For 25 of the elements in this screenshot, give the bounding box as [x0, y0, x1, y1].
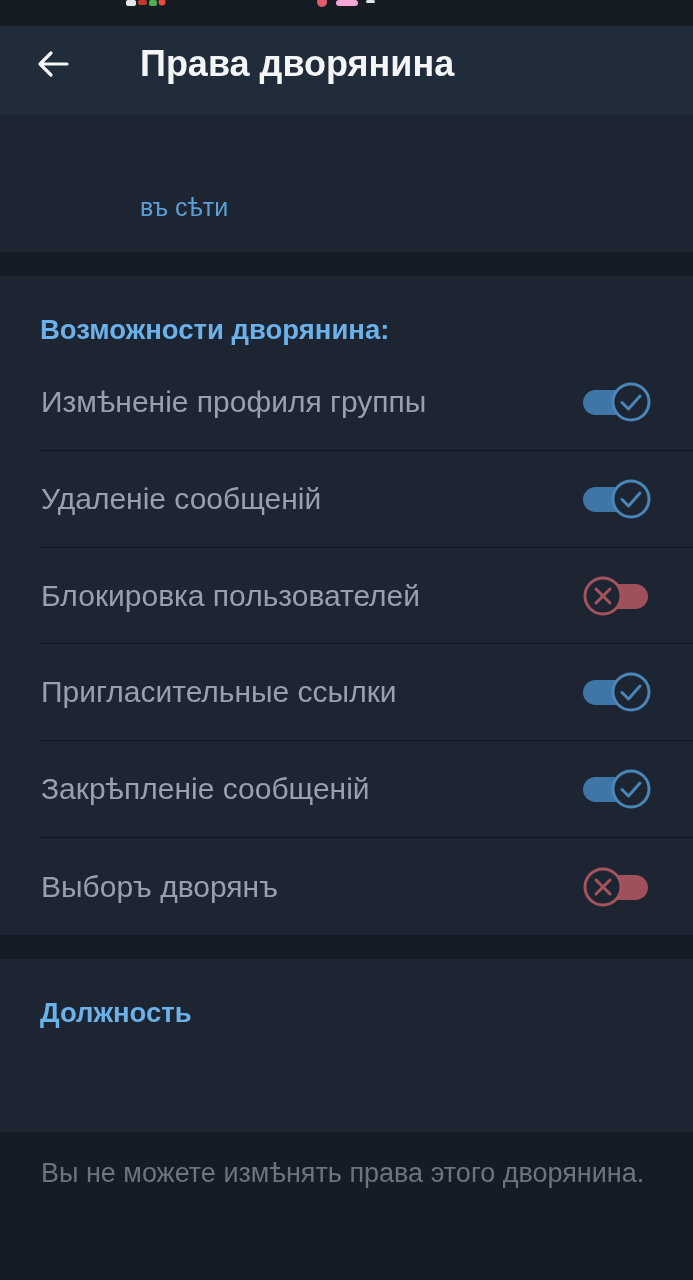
permission-label: Блокировка пользователей	[41, 577, 421, 614]
permission-label: Измѣненіе профиля группы	[41, 383, 427, 420]
back-arrow-icon	[37, 49, 69, 78]
check-icon	[611, 381, 651, 422]
info-note: Вы не можете измѣнять права этого дворянина.	[41, 1157, 646, 1189]
check-icon	[611, 672, 651, 713]
toggle-switch[interactable]	[583, 478, 651, 519]
section-heading: Возможности дворянина:	[40, 314, 390, 346]
toggle-switch[interactable]	[583, 769, 651, 810]
cross-icon	[583, 866, 623, 907]
permission-label: Пригласительные ссылки	[41, 674, 397, 711]
toggle-switch[interactable]	[583, 381, 651, 422]
section-heading: Должность	[40, 997, 192, 1029]
back-button[interactable]	[36, 48, 70, 79]
cross-icon	[583, 575, 623, 616]
permission-label: Выборъ дворянъ	[41, 868, 278, 905]
permission-label: Удаленіе сообщеній	[41, 480, 322, 517]
check-icon	[611, 769, 651, 810]
emoji-fragment-icon	[316, 0, 376, 8]
emoji-fragment-icon	[126, 0, 166, 8]
permission-label: Закрѣпленіе сообщеній	[41, 771, 370, 808]
online-status: въ сѣти	[140, 192, 229, 222]
toggle-switch[interactable]	[583, 672, 651, 713]
screen-title: Права дворянина	[140, 42, 455, 85]
check-icon	[611, 478, 651, 519]
